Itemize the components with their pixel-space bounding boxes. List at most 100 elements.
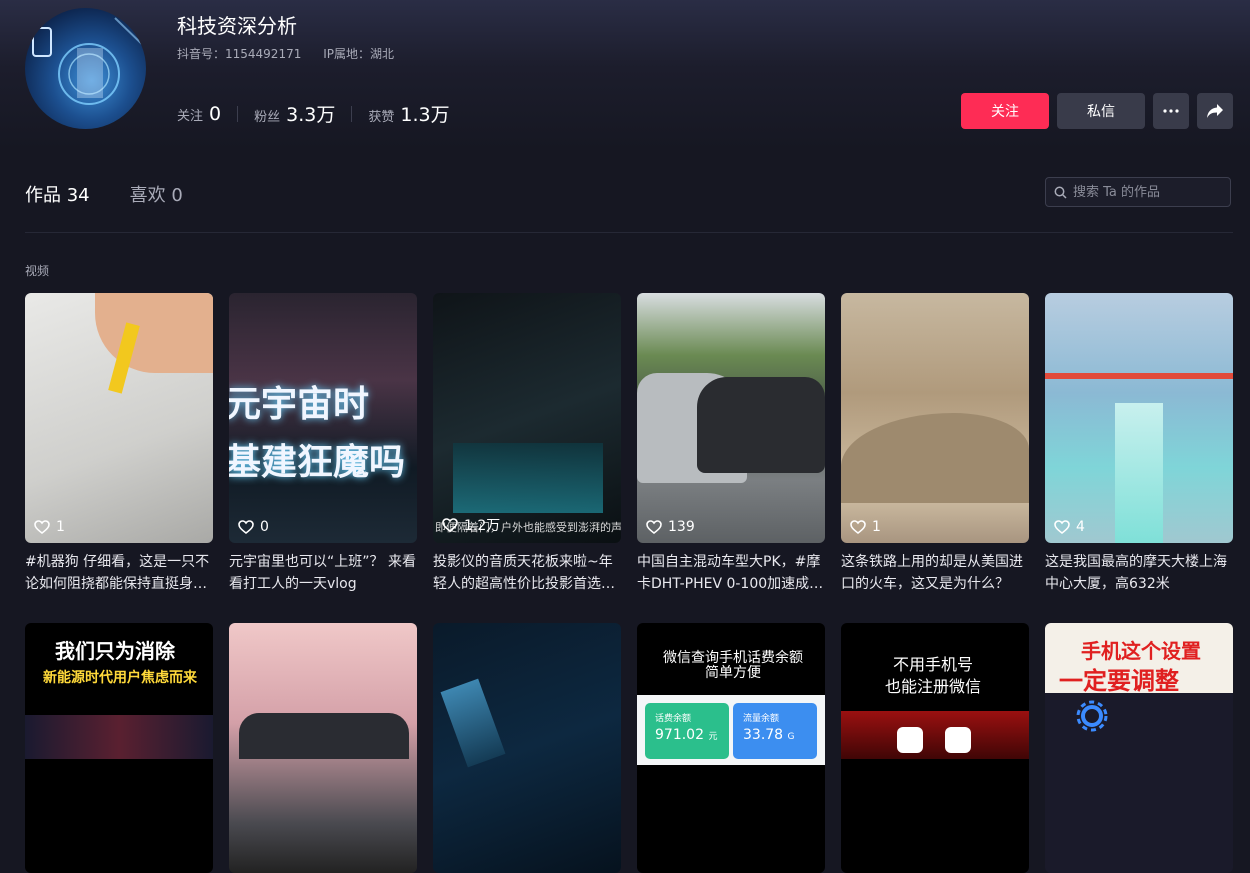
stat-divider <box>237 105 239 122</box>
share-button[interactable] <box>1197 93 1233 129</box>
video-card[interactable]: 微信查询手机话费余额 简单方便 话费余额 971.02 元 流量余额 33.78… <box>637 623 825 873</box>
gear-icon <box>1076 700 1108 732</box>
video-thumbnail[interactable] <box>229 623 417 873</box>
like-number: 1 <box>56 519 65 535</box>
tab-likes[interactable]: 喜欢 0 <box>130 181 183 207</box>
follow-button[interactable]: 关注 <box>961 93 1049 129</box>
video-card[interactable]: 手机这个设置 一定要调整 <box>1045 623 1233 873</box>
stat-label: 粉丝 <box>254 110 281 125</box>
stat-divider <box>351 105 353 122</box>
car-shape <box>239 713 409 759</box>
thumb-overlay-line1: 不用手机号 <box>893 655 974 674</box>
red-backdrop <box>841 711 1029 759</box>
app-icon <box>945 727 971 753</box>
like-count: 1.2万 <box>442 515 500 535</box>
like-number: 1.2万 <box>464 518 501 534</box>
profile-nickname: 科技资深分析 <box>177 14 297 38</box>
video-thumbnail[interactable]: 元宇宙时 基建狂魔吗 0 <box>229 293 417 543</box>
wechat-app-icon <box>897 727 923 753</box>
video-card[interactable]: 4 这是我国最高的摩天大楼上海中心大厦，高632米 <box>1045 293 1233 595</box>
thumb-overlay-line1: 我们只为消除 <box>55 639 175 663</box>
like-number: 1 <box>872 519 881 535</box>
avatar[interactable] <box>25 8 146 129</box>
balance-number: 971.02 <box>655 727 704 743</box>
section-label: 视频 <box>25 264 50 278</box>
heart-icon <box>850 520 866 534</box>
heart-icon <box>646 520 662 534</box>
video-card[interactable]: 元宇宙时 基建狂魔吗 0 元宇宙里也可以“上班”？ 来看看打工人的一天vlog <box>229 293 417 595</box>
flow-value: 33.78 G <box>743 727 795 743</box>
video-thumbnail[interactable]: 1 <box>841 293 1029 543</box>
video-card[interactable] <box>433 623 621 873</box>
video-title[interactable]: 这是我国最高的摩天大楼上海中心大厦，高632米 <box>1045 551 1233 595</box>
balance-unit: 元 <box>708 732 718 742</box>
balance-card: 话费余额 971.02 元 <box>645 703 729 759</box>
heart-icon <box>34 520 50 534</box>
balance-label: 话费余额 <box>655 714 692 724</box>
sand-dune <box>841 413 1029 503</box>
thumb-overlay-line2: 也能注册微信 <box>885 677 982 696</box>
tab-works[interactable]: 作品 34 <box>25 181 90 207</box>
shock-absorber <box>440 678 506 768</box>
stat-following[interactable]: 关注 0 <box>177 103 221 125</box>
video-title[interactable]: #机器狗 仔细看，这是一只不论如何阻挠都能保持直挺身… <box>25 551 213 595</box>
video-card[interactable] <box>229 623 417 873</box>
message-button[interactable]: 私信 <box>1057 93 1145 129</box>
search-box[interactable] <box>1045 177 1231 207</box>
douyin-id: 抖音号：1154492171 <box>177 47 302 61</box>
search-input[interactable] <box>1071 183 1225 201</box>
like-count: 4 <box>1054 519 1085 535</box>
video-thumbnail[interactable]: 即便隔着门，户外也能感受到澎湃的声浪 1.2万 <box>433 293 621 543</box>
thumb-overlay-line2: 基建狂魔吗 <box>229 442 406 483</box>
like-count: 0 <box>238 519 269 535</box>
video-title[interactable]: 中国自主混动车型大PK，#摩卡DHT-PHEV 0-100加速成… <box>637 551 825 595</box>
profile-meta: 抖音号：1154492171 IP属地：湖北 <box>177 45 412 62</box>
stat-value: 1.3万 <box>400 104 450 126</box>
video-card[interactable]: 1 #机器狗 仔细看，这是一只不论如何阻挠都能保持直挺身… <box>25 293 213 595</box>
thumb-overlay-line2: 一定要调整 <box>1059 667 1179 695</box>
video-title[interactable]: 这条铁路上用的却是从美国进口的火车，这又是为什么？ <box>841 551 1029 595</box>
heart-icon <box>238 520 254 534</box>
flow-card: 流量余额 33.78 G <box>733 703 817 759</box>
section-divider <box>25 232 1233 233</box>
video-thumbnail[interactable] <box>433 623 621 873</box>
video-thumbnail[interactable]: 微信查询手机话费余额 简单方便 话费余额 971.02 元 流量余额 33.78… <box>637 623 825 873</box>
video-thumbnail[interactable]: 139 <box>637 293 825 543</box>
video-title[interactable]: 元宇宙里也可以“上班”？ 来看看打工人的一天vlog <box>229 551 417 595</box>
video-thumbnail[interactable]: 我们只为消除 新能源时代用户焦虑而来 <box>25 623 213 873</box>
video-thumbnail[interactable]: 不用手机号 也能注册微信 <box>841 623 1029 873</box>
video-card[interactable]: 即便隔着门，户外也能感受到澎湃的声浪 1.2万 投影仪的音质天花板来啦~年轻人的… <box>433 293 621 595</box>
like-count: 1 <box>850 519 881 535</box>
video-card[interactable]: 1 这条铁路上用的却是从美国进口的火车，这又是为什么？ <box>841 293 1029 595</box>
stat-value: 3.3万 <box>286 104 336 126</box>
like-number: 139 <box>668 519 695 535</box>
flow-label: 流量余额 <box>743 714 780 724</box>
video-thumbnail[interactable]: 手机这个设置 一定要调整 <box>1045 623 1233 873</box>
flow-number: 33.78 <box>743 727 784 743</box>
video-card[interactable]: 我们只为消除 新能源时代用户焦虑而来 <box>25 623 213 873</box>
search-icon <box>1054 186 1067 199</box>
video-card[interactable]: 不用手机号 也能注册微信 <box>841 623 1029 873</box>
ip-location: IP属地：湖北 <box>323 47 394 61</box>
hand-shape <box>95 293 213 373</box>
video-thumbnail[interactable]: 1 <box>25 293 213 543</box>
heart-icon <box>442 518 458 532</box>
factory-rail <box>1045 373 1233 379</box>
video-title[interactable]: 投影仪的音质天花板来啦~年轻人的超高性价比投影首选… <box>433 551 621 595</box>
stat-label: 关注 <box>177 108 204 124</box>
thumb-overlay-line2: 简单方便 <box>705 665 761 681</box>
stat-value: 0 <box>209 102 222 125</box>
thumb-overlay-line1: 元宇宙时 <box>229 384 370 425</box>
car-shape <box>697 377 825 473</box>
video-thumbnail[interactable]: 4 <box>1045 293 1233 543</box>
video-card[interactable]: 139 中国自主混动车型大PK，#摩卡DHT-PHEV 0-100加速成… <box>637 293 825 595</box>
factory-aisle <box>1115 403 1163 543</box>
share-arrow-icon <box>1207 104 1223 118</box>
more-button[interactable] <box>1153 93 1189 129</box>
heart-icon <box>1054 520 1070 534</box>
stat-followers[interactable]: 粉丝 3.3万 <box>254 100 335 127</box>
stat-likes: 获赞 1.3万 <box>368 100 449 127</box>
stat-label: 获赞 <box>368 110 395 125</box>
more-horizontal-icon <box>1163 109 1179 113</box>
audio-bars <box>453 443 603 513</box>
